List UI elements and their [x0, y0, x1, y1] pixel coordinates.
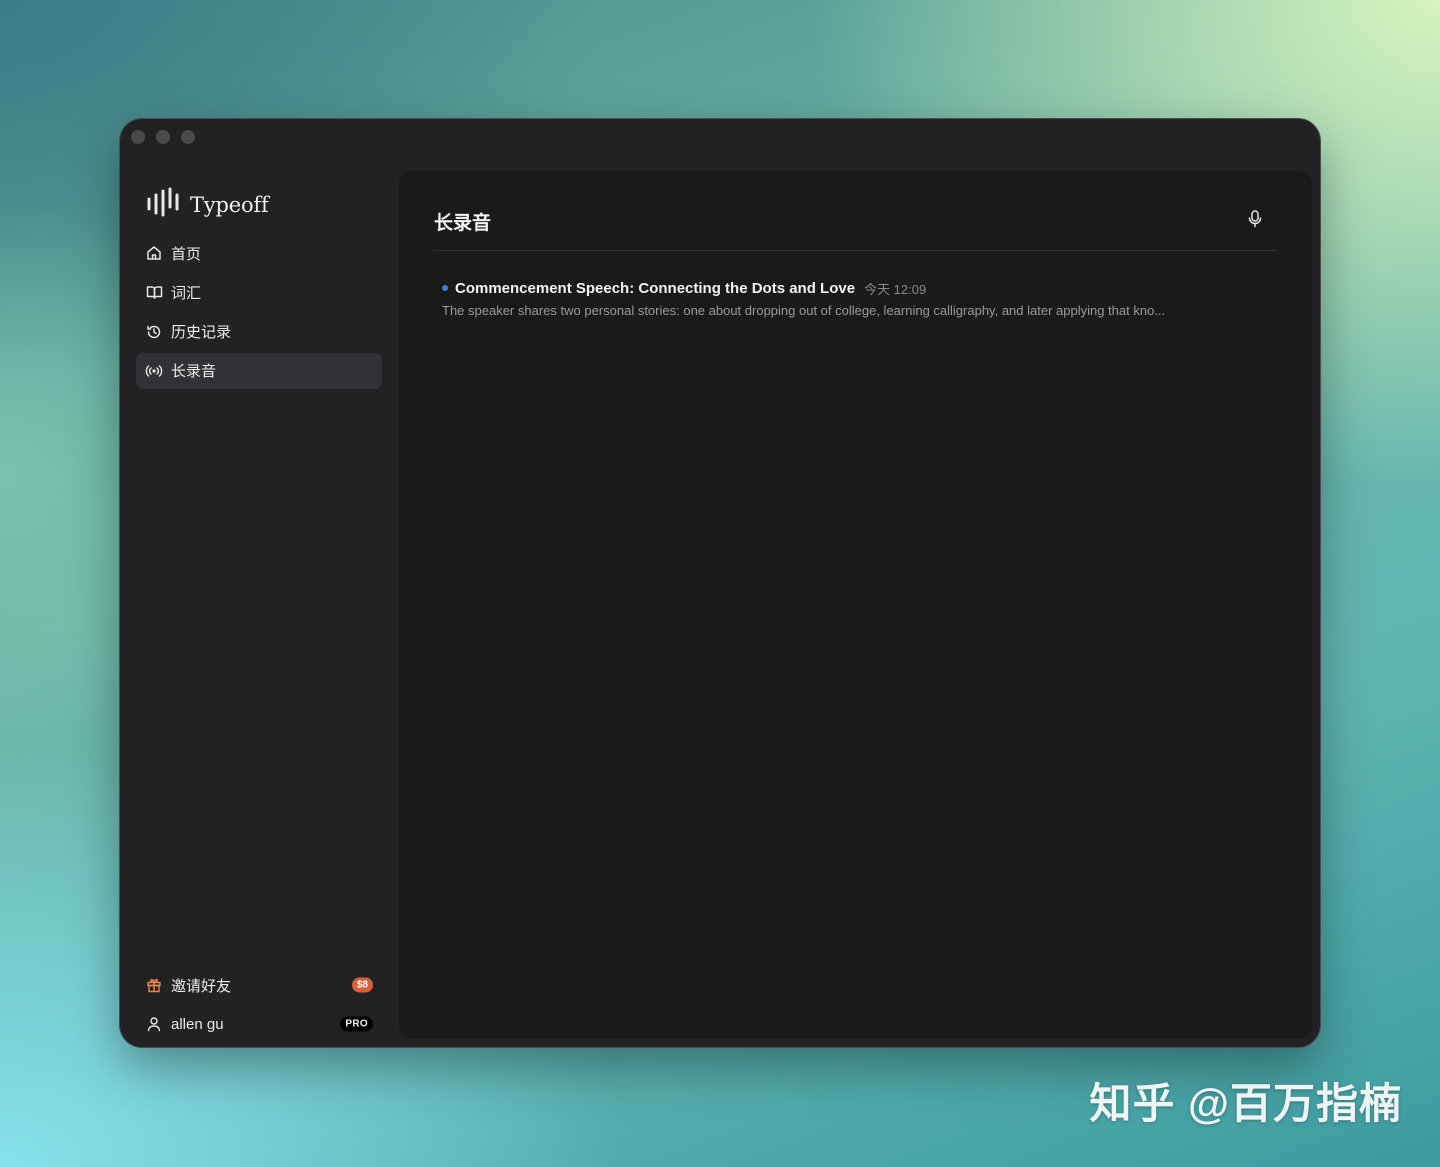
user-icon	[145, 1015, 163, 1033]
invite-friends-item[interactable]: 邀请好友 $8	[136, 967, 382, 1003]
close-window-button[interactable]	[131, 130, 145, 144]
broadcast-icon	[145, 362, 163, 380]
list-item[interactable]: Commencement Speech: Connecting the Dots…	[442, 278, 1262, 318]
record-button[interactable]	[1245, 209, 1265, 233]
recordings-list: Commencement Speech: Connecting the Dots…	[442, 278, 1262, 318]
user-name: allen gu	[171, 1015, 224, 1033]
maximize-window-button[interactable]	[181, 130, 195, 144]
waveform-logo-icon	[146, 187, 184, 222]
history-icon	[145, 323, 163, 341]
microphone-icon	[1248, 209, 1262, 233]
settings-item[interactable]: 设置	[136, 1046, 382, 1047]
book-icon	[145, 283, 163, 301]
sidebar-item-home[interactable]: 首页	[136, 235, 382, 271]
sidebar-item-label: 词汇	[171, 284, 202, 302]
main-panel: 长录音 Commencement Speech: Connecting the …	[399, 171, 1312, 1038]
brand-logo: Typeoff	[146, 187, 269, 222]
recording-time: 今天 12:09	[864, 281, 927, 297]
pro-badge: PRO	[340, 1016, 373, 1032]
sidebar: Typeoff 首页 词汇 历史记录 长录音 邀请好友 $8 allen gu …	[120, 171, 398, 1047]
app-name: Typeoff	[190, 192, 269, 217]
invite-label: 邀请好友	[171, 977, 232, 995]
unread-dot	[442, 285, 448, 291]
sidebar-item-label: 首页	[171, 245, 202, 263]
window-controls	[131, 130, 195, 144]
main-header: 长录音	[434, 171, 1277, 251]
sidebar-item-long-recording[interactable]: 长录音	[136, 352, 382, 389]
home-icon	[145, 244, 163, 262]
bottom-nav: 邀请好友 $8 allen gu PRO	[136, 967, 382, 1047]
watermark: 知乎 @百万指楠	[1089, 1080, 1402, 1127]
sidebar-item-vocabulary[interactable]: 词汇	[136, 274, 382, 310]
minimize-window-button[interactable]	[156, 130, 170, 144]
reward-badge: $8	[351, 977, 373, 993]
main-nav: 首页 词汇 历史记录 长录音	[136, 235, 382, 392]
page-title: 长录音	[434, 213, 492, 234]
recording-title-row: Commencement Speech: Connecting the Dots…	[442, 278, 1262, 298]
sidebar-item-history[interactable]: 历史记录	[136, 314, 382, 350]
gift-icon	[145, 976, 163, 994]
app-window: Typeoff 首页 词汇 历史记录 长录音 邀请好友 $8 allen gu …	[120, 119, 1320, 1047]
recording-summary: The speaker shares two personal stories:…	[442, 303, 1166, 318]
recording-title: Commencement Speech: Connecting the Dots…	[455, 279, 856, 297]
sidebar-item-label: 长录音	[171, 363, 217, 381]
user-account-item[interactable]: allen gu PRO	[136, 1006, 382, 1042]
sidebar-item-label: 历史记录	[171, 324, 232, 342]
